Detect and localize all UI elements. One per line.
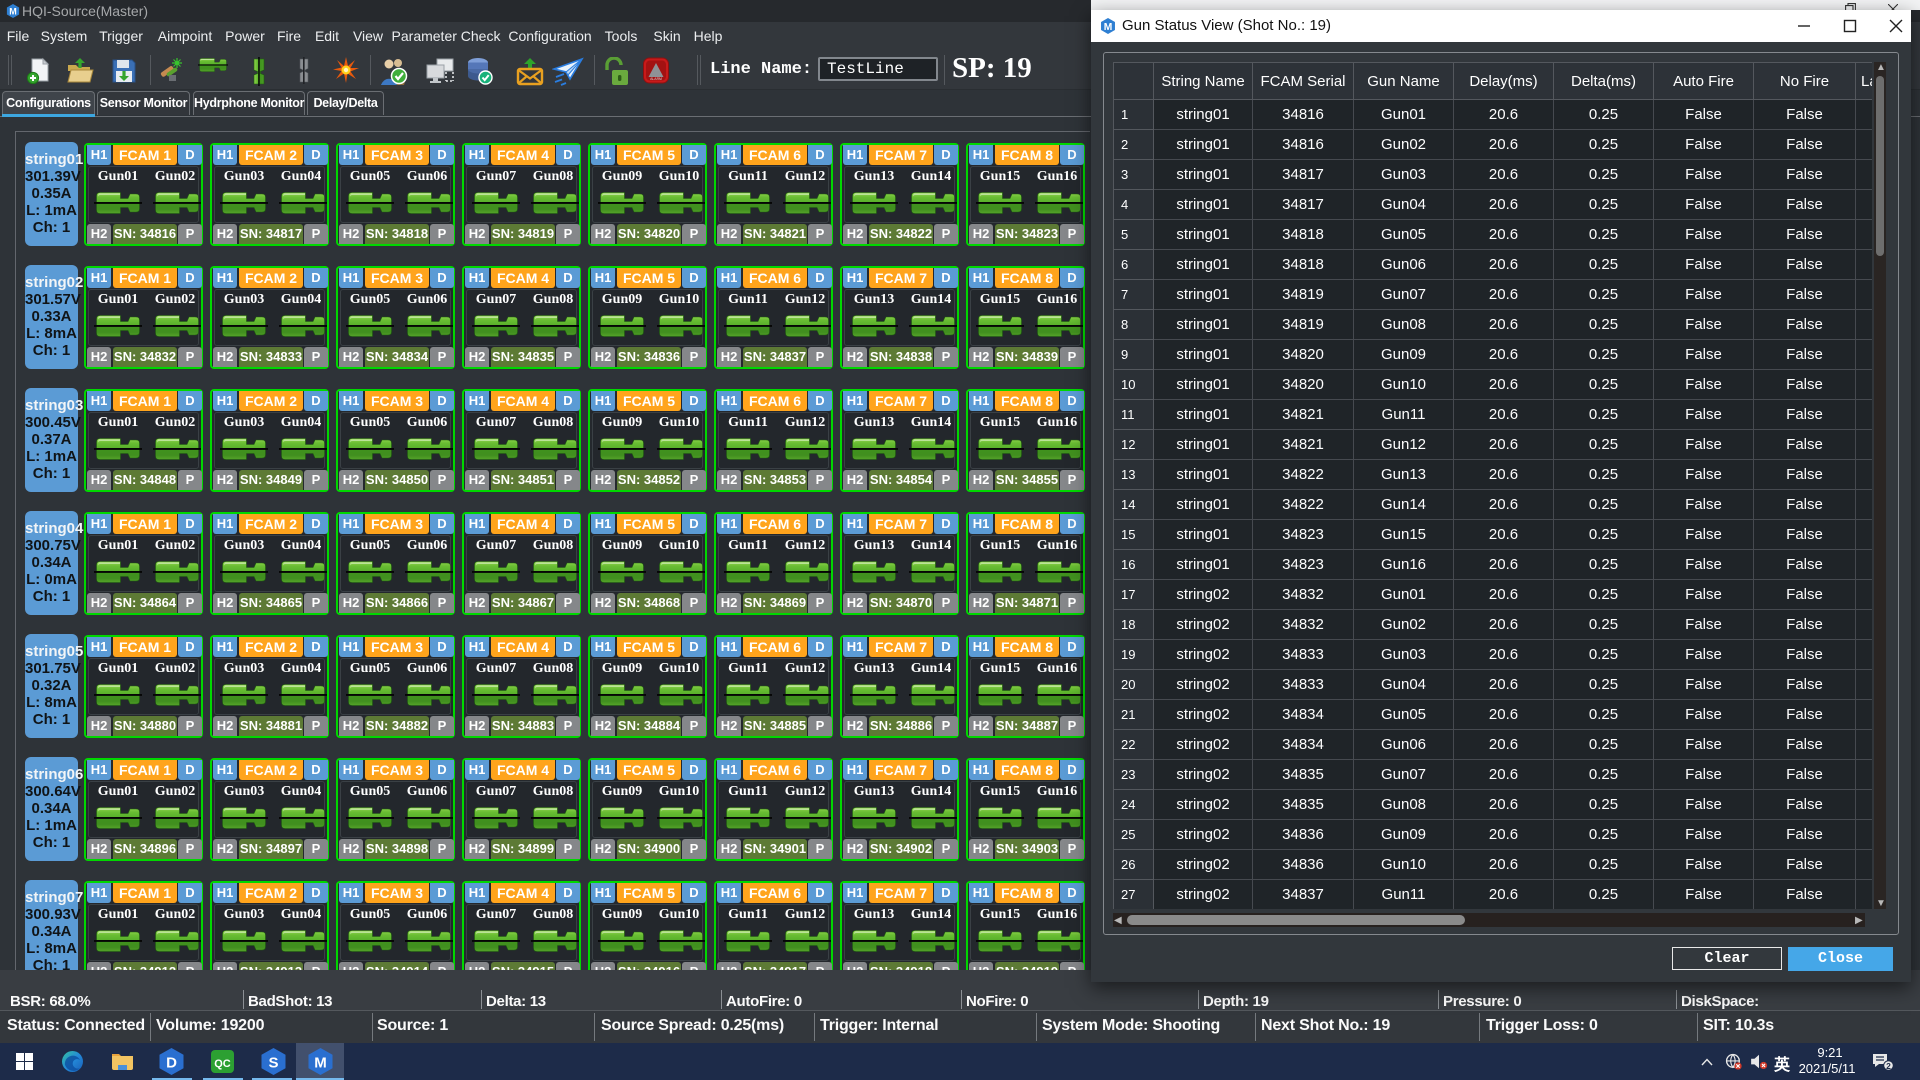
svg-text:QC: QC: [214, 1058, 231, 1070]
svg-text:2: 2: [1886, 1061, 1891, 1071]
svg-text:D: D: [166, 1055, 177, 1072]
svg-text:S: S: [268, 1055, 278, 1072]
svg-text:M: M: [1104, 22, 1113, 33]
svg-text:ALARM: ALARM: [650, 77, 662, 81]
svg-text:M: M: [9, 7, 17, 17]
svg-text:M: M: [314, 1055, 327, 1072]
